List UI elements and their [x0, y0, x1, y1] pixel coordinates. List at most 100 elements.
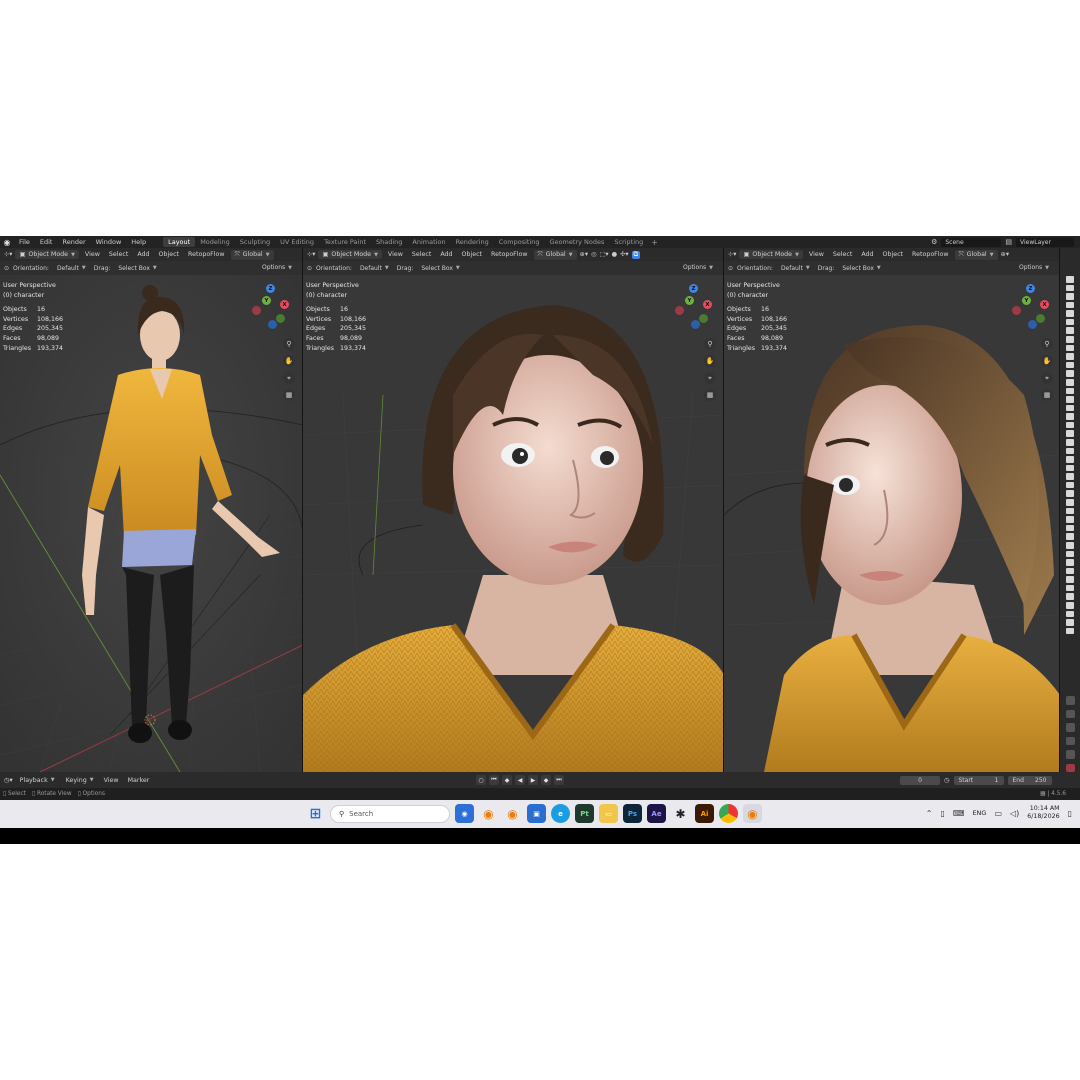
tab-rendering[interactable]: Rendering — [451, 237, 494, 247]
ortho-grid-icon[interactable]: ▦ — [704, 389, 716, 401]
gizmo-z-axis[interactable]: Z — [1026, 284, 1035, 293]
mode-dropdown[interactable]: ▣ Object Mode ▼ — [739, 250, 803, 259]
ai-icon[interactable]: Ai — [695, 804, 714, 823]
end-frame-field[interactable]: End 250 — [1007, 775, 1052, 785]
tab-uv-editing[interactable]: UV Editing — [275, 237, 319, 247]
camera-icon[interactable] — [1066, 567, 1074, 575]
orientation-dropdown[interactable]: Default ▼ — [356, 264, 393, 273]
gizmo-neg-y-axis[interactable] — [1036, 314, 1045, 323]
tool-properties-icon[interactable] — [1065, 696, 1075, 705]
camera-icon[interactable] — [1066, 499, 1074, 506]
current-frame-field[interactable]: 0 — [900, 775, 940, 785]
menu-add[interactable]: Add — [858, 251, 876, 258]
gizmo-y-axis[interactable]: Y — [262, 296, 271, 305]
menu-file[interactable]: File — [14, 238, 35, 246]
gizmo-neg-z-axis[interactable] — [691, 320, 700, 329]
camera-icon[interactable] — [1066, 490, 1074, 498]
editor-type-icon[interactable]: ⊹▾ — [307, 251, 315, 258]
taskbar-search-input[interactable]: ⚲ Search — [330, 804, 450, 823]
keyboard-icon[interactable]: ⌨ — [953, 809, 965, 818]
gizmo-neg-z-axis[interactable] — [1028, 320, 1037, 329]
camera-icon[interactable] — [1066, 361, 1074, 369]
shading-solid-icon[interactable]: ● — [612, 251, 618, 258]
zoom-icon[interactable]: ⚲ — [283, 338, 295, 350]
menu-view[interactable]: View — [806, 251, 827, 258]
timeline-marker-menu[interactable]: Marker — [125, 777, 153, 784]
menu-help[interactable]: Help — [126, 238, 151, 246]
gizmo-x-axis[interactable]: X — [280, 300, 289, 309]
blender-icon[interactable]: ◉ — [479, 804, 498, 823]
menu-render[interactable]: Render — [57, 238, 90, 246]
view-layer-field[interactable]: ViewLayer — [1016, 237, 1074, 247]
timeline-view-menu[interactable]: View — [101, 777, 122, 784]
ps-icon[interactable]: Ps — [623, 804, 642, 823]
camera-icon[interactable] — [1066, 619, 1074, 626]
options-dropdown[interactable]: Options ▼ — [258, 263, 296, 272]
camera-icon[interactable] — [1066, 524, 1074, 532]
camera-icon[interactable] — [1066, 396, 1074, 403]
navigation-gizmo[interactable]: Z Y X — [1010, 284, 1054, 329]
camera-icon[interactable] — [1066, 593, 1074, 600]
camera-icon[interactable] — [1066, 430, 1074, 437]
output-properties-icon[interactable] — [1065, 723, 1075, 732]
blender-logo-icon[interactable]: ◉ — [0, 236, 14, 248]
chevron-up-icon[interactable]: ⌃ — [926, 809, 933, 818]
scene-properties-icon[interactable] — [1065, 750, 1075, 759]
camera-icon[interactable] — [1066, 378, 1074, 386]
menu-window[interactable]: Window — [91, 238, 127, 246]
gizmo-x-axis[interactable]: X — [703, 300, 712, 309]
viewport-full-body[interactable]: ⊹▾ ▣ Object Mode ▼ View Select Add Object … — [0, 248, 303, 772]
camera-icon[interactable] — [1066, 413, 1074, 420]
gizmo-toggle-icon[interactable]: ✣▾ — [620, 251, 628, 258]
camera-icon[interactable] — [1066, 276, 1074, 283]
menu-object[interactable]: Object — [459, 251, 486, 258]
menu-retopoflow[interactable]: RetopoFlow — [185, 251, 228, 258]
file-explorer-icon[interactable]: ▭ — [599, 804, 618, 823]
stopwatch-icon[interactable]: ◷ — [944, 777, 950, 784]
orientation-dropdown[interactable]: Default ▼ — [53, 264, 90, 273]
pan-hand-icon[interactable]: ✋ — [1041, 355, 1053, 367]
navigation-gizmo[interactable]: Z Y X — [250, 284, 294, 329]
editor-type-icon[interactable]: ⊹▾ — [4, 251, 12, 258]
gizmo-y-axis[interactable]: Y — [685, 296, 694, 305]
options-dropdown[interactable]: Options ▼ — [679, 263, 717, 272]
overlay-icon[interactable]: ⬚▾ — [599, 251, 608, 258]
camera-icon[interactable] — [1066, 301, 1074, 309]
notification-icon[interactable]: ▯ — [1068, 809, 1072, 818]
usb-icon[interactable]: ▯ — [940, 809, 944, 818]
camera-icon[interactable] — [1066, 438, 1074, 446]
gizmo-neg-z-axis[interactable] — [268, 320, 277, 329]
camera-icon[interactable] — [1066, 447, 1074, 455]
tab-animation[interactable]: Animation — [407, 237, 450, 247]
pan-hand-icon[interactable]: ✋ — [283, 355, 295, 367]
select-tool-icon[interactable]: ⊙ — [307, 265, 312, 272]
camera-icon[interactable] — [1066, 601, 1074, 609]
blender-icon[interactable]: ◉ — [743, 804, 762, 823]
proportional-icon[interactable]: ◎ — [591, 251, 597, 258]
gizmo-neg-x-axis[interactable] — [1012, 306, 1021, 315]
tab-layout[interactable]: Layout — [163, 237, 196, 247]
widget-icon[interactable]: ◉ — [455, 804, 474, 823]
language-indicator[interactable]: ENG — [972, 809, 986, 817]
next-keyframe-icon[interactable]: ◆ — [541, 775, 551, 785]
ae-icon[interactable]: Ae — [647, 804, 666, 823]
viewport-face-side[interactable]: ⊹▾ ▣ Object Mode ▼ View Select Add Object … — [724, 248, 1060, 772]
start-frame-field[interactable]: Start 1 — [953, 775, 1004, 785]
camera-icon[interactable] — [1066, 473, 1074, 480]
gizmo-neg-x-axis[interactable] — [675, 306, 684, 315]
zoom-icon[interactable]: ⚲ — [1041, 338, 1053, 350]
navigation-gizmo[interactable]: Z Y X — [673, 284, 717, 329]
taskbar-clock[interactable]: 10:14 AM 6/18/2026 — [1027, 805, 1059, 821]
play-reverse-icon[interactable]: ◀ — [515, 775, 525, 785]
camera-icon[interactable] — [1066, 516, 1074, 523]
jump-end-icon[interactable]: ⏭ — [554, 775, 564, 785]
viewport-face-closeup[interactable]: ⊹▾ ▣ Object Mode ▼ View Select Add Object … — [303, 248, 724, 772]
menu-view[interactable]: View — [82, 251, 103, 258]
camera-icon[interactable] — [1066, 550, 1074, 558]
zoom-icon[interactable]: ⚲ — [704, 338, 716, 350]
drag-dropdown[interactable]: Select Box ▼ — [838, 264, 884, 273]
view-layer-properties-icon[interactable] — [1065, 736, 1075, 746]
gizmo-neg-y-axis[interactable] — [276, 314, 285, 323]
menu-select[interactable]: Select — [106, 251, 131, 258]
camera-icon[interactable] — [1066, 456, 1074, 463]
